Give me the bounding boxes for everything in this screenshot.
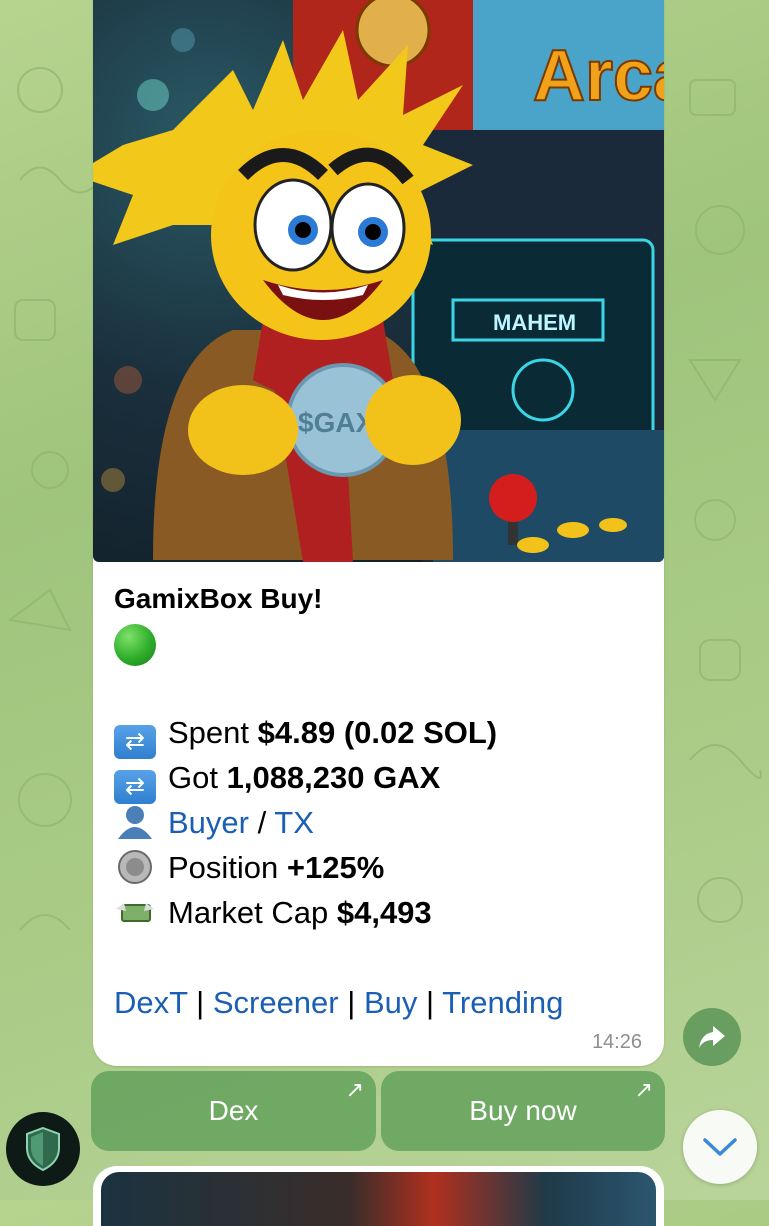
arcade-sign-text: Arcad	[533, 36, 664, 116]
next-message-preview	[93, 1166, 664, 1226]
link-separator: /	[248, 805, 275, 840]
position-value: +125%	[286, 850, 385, 885]
share-arrow-icon	[699, 1026, 725, 1048]
screener-link[interactable]: Screener	[213, 985, 339, 1020]
next-message-photo	[101, 1172, 656, 1226]
market-cap-label: Market Cap	[168, 895, 337, 930]
buyer-tx-line: Buyer / TX	[114, 805, 314, 841]
external-link-arrow-icon: ↗	[345, 1077, 364, 1102]
market-cap-line: Market Cap $4,493	[114, 895, 432, 931]
pipe-separator: |	[347, 985, 356, 1020]
buyer-link[interactable]: Buyer	[168, 805, 249, 840]
links-row: DexT | Screener | Buy | Trending	[114, 985, 563, 1021]
green-circle-icon	[114, 624, 156, 666]
buy-now-button-label: Buy now	[469, 1095, 577, 1126]
scroll-down-button[interactable]	[683, 1110, 757, 1184]
market-cap-value: $4,493	[336, 895, 432, 930]
got-label: Got	[168, 760, 227, 795]
message-timestamp: 14:26	[591, 1031, 642, 1053]
message-photo[interactable]: Arcad MAHEM	[93, 0, 664, 562]
tx-link[interactable]: TX	[274, 805, 314, 840]
got-value: 1,088,230 GAX	[226, 760, 441, 795]
pipe-separator: |	[196, 985, 205, 1020]
message-bubble: Arcad MAHEM	[93, 0, 664, 1066]
dext-link[interactable]: DexT	[114, 985, 188, 1020]
chevron-down-icon	[703, 1138, 737, 1156]
message-title: GamixBox Buy!	[114, 583, 323, 614]
person-silhouette-icon	[114, 805, 156, 839]
pipe-separator: |	[425, 985, 435, 1020]
dex-button-label: Dex	[208, 1095, 259, 1126]
trending-link[interactable]: Trending	[442, 985, 563, 1020]
coin-engraving-text: $GAX	[298, 407, 375, 438]
shuffle-icon: ⇄	[114, 725, 156, 759]
shield-button[interactable]	[6, 1112, 80, 1186]
position-label: Position	[168, 850, 287, 885]
got-line: ⇄ Got 1,088,230 GAX	[114, 760, 440, 804]
spent-line: ⇄ Spent $4.89 (0.02 SOL)	[114, 715, 497, 759]
buy-link[interactable]: Buy	[364, 985, 417, 1020]
coin-icon	[114, 850, 156, 884]
shuffle-icon: ⇄	[114, 770, 156, 804]
spent-value: $4.89 (0.02 SOL)	[257, 715, 498, 750]
arcade-screen-text: MAHEM	[493, 310, 576, 335]
share-button[interactable]	[683, 1008, 741, 1066]
mascot-arcade-illustration: Arcad MAHEM	[93, 0, 664, 562]
external-link-arrow-icon: ↗	[634, 1077, 653, 1102]
money-with-wings-icon	[114, 895, 156, 929]
buy-now-button[interactable]: Buy now ↗	[381, 1071, 665, 1151]
dex-button[interactable]: Dex ↗	[91, 1071, 376, 1151]
spent-label: Spent	[168, 715, 258, 750]
position-line: Position +125%	[114, 850, 384, 886]
shield-icon	[26, 1126, 60, 1172]
